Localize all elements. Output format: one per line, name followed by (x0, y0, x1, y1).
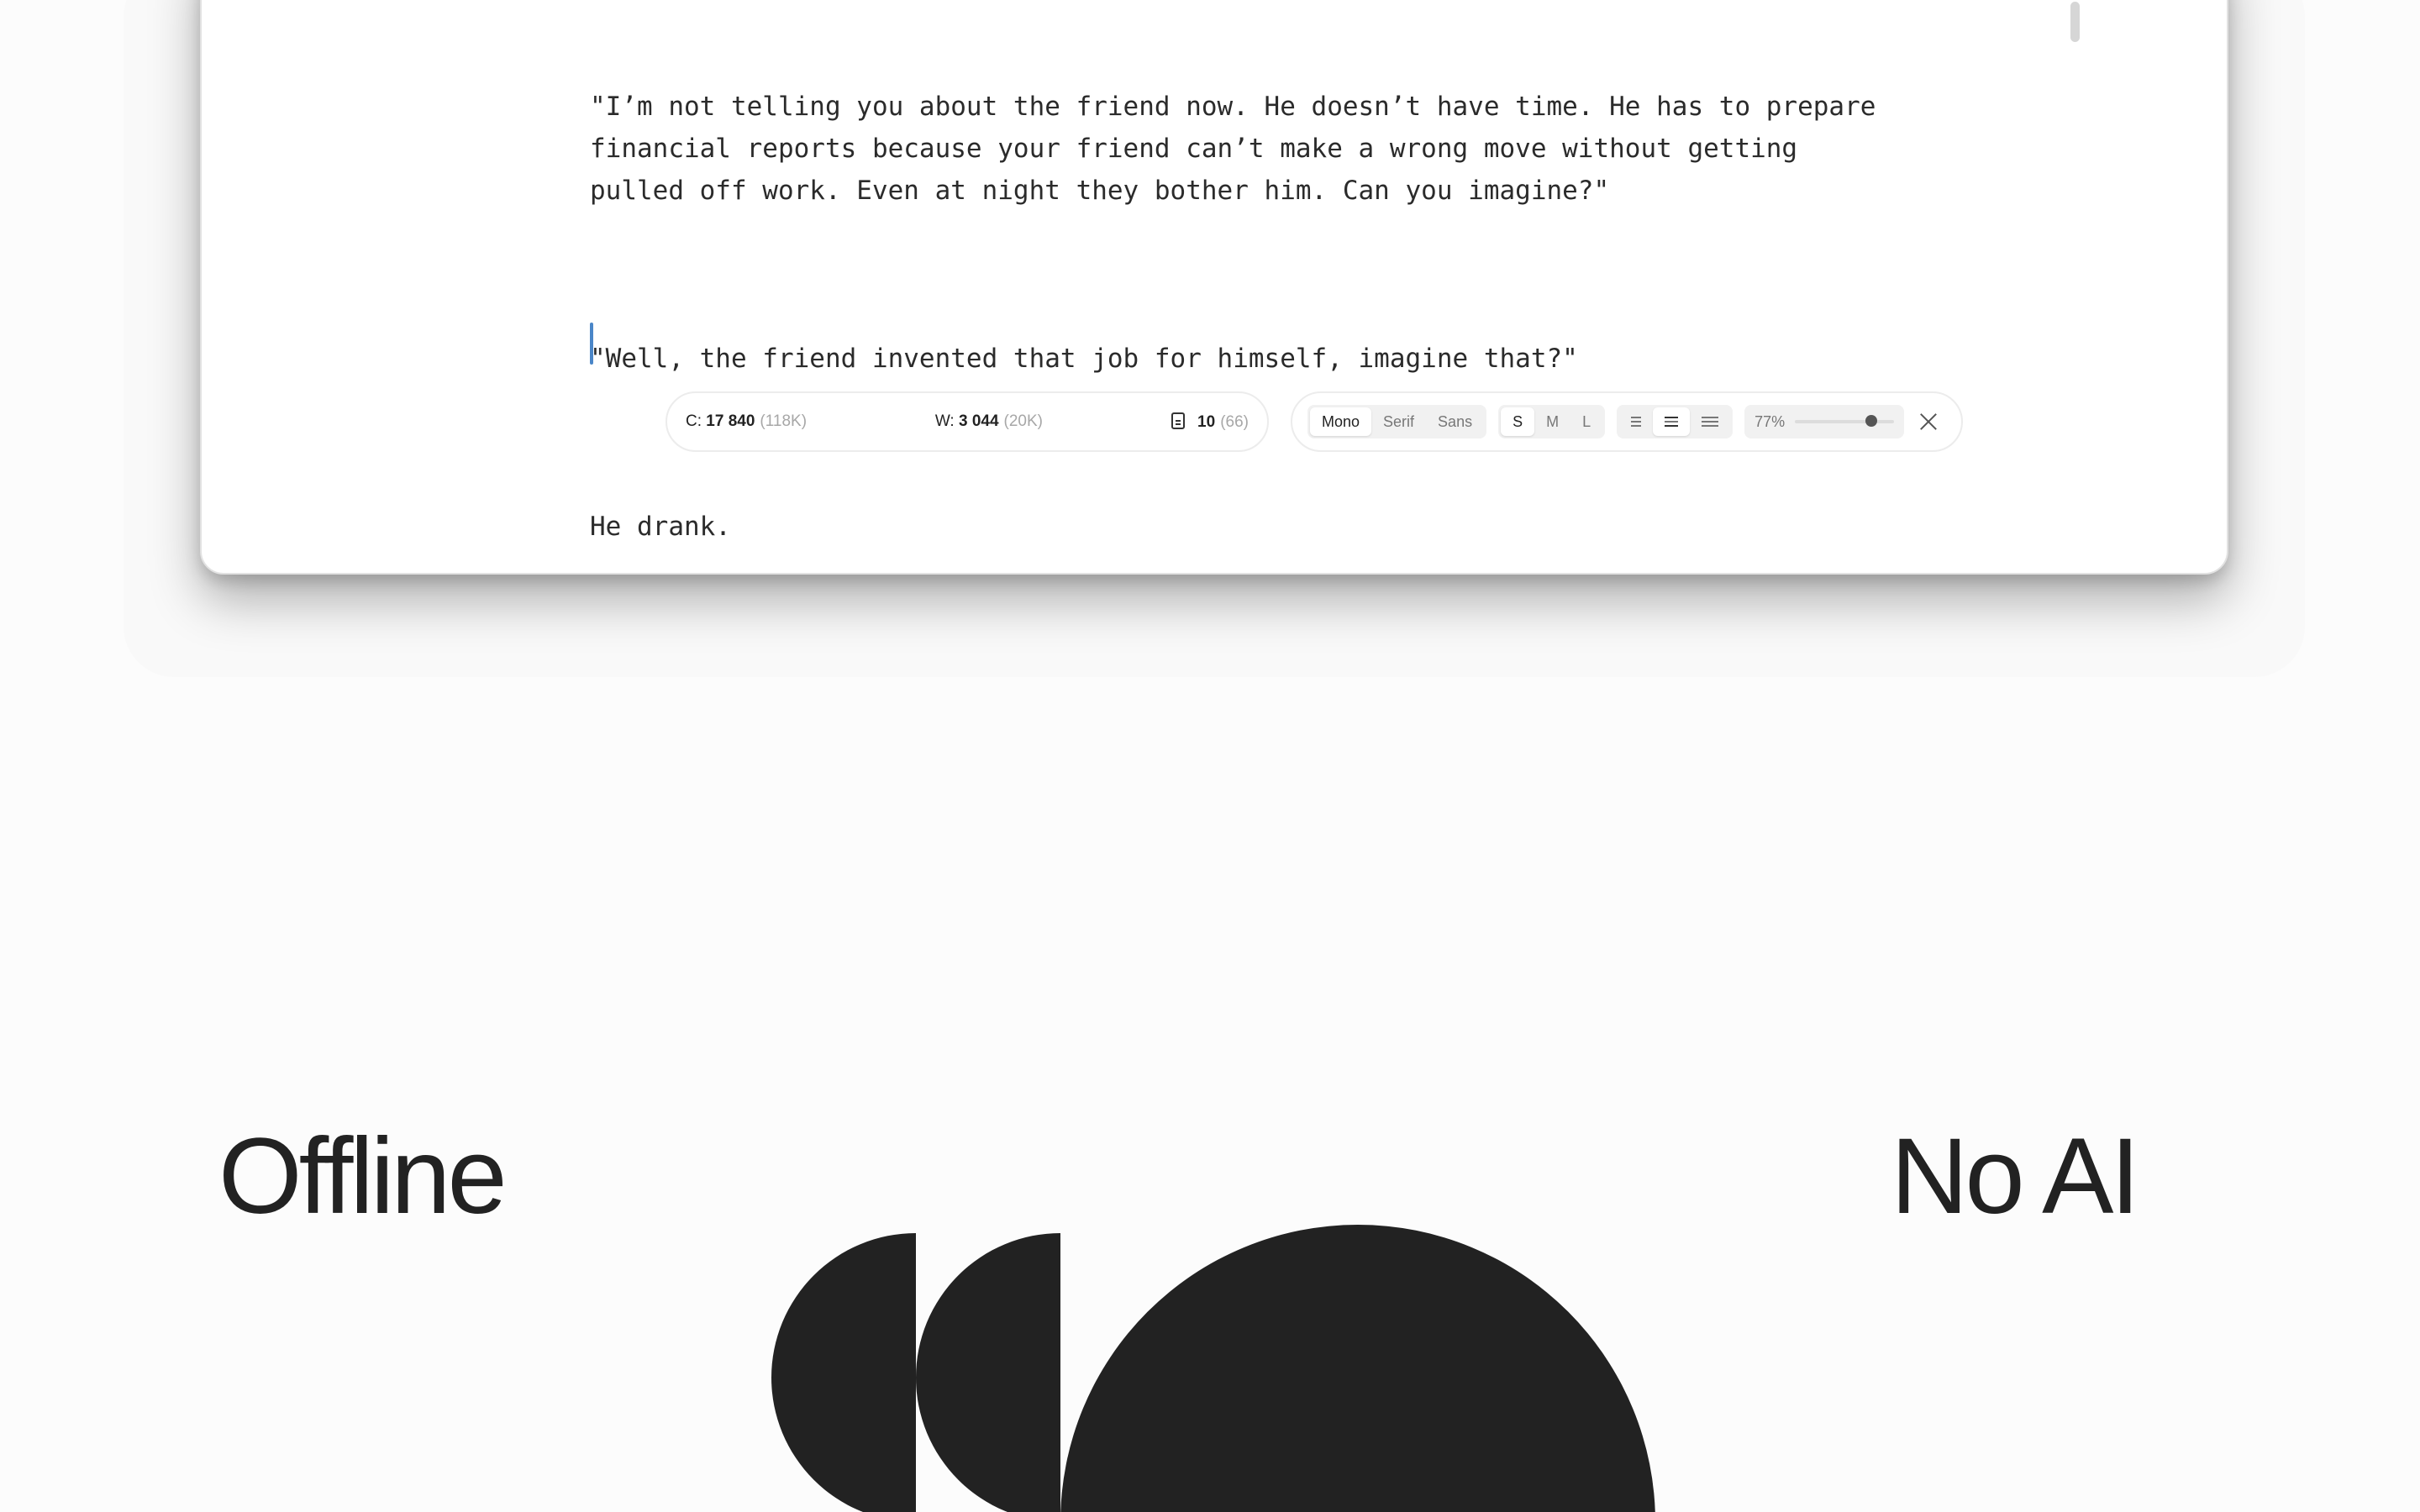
half-circle-shape-1 (771, 1233, 916, 1512)
half-circle-shape-2 (916, 1233, 1060, 1512)
decorative-shapes (771, 1225, 1655, 1512)
large-circle-shape (1060, 1225, 1655, 1512)
